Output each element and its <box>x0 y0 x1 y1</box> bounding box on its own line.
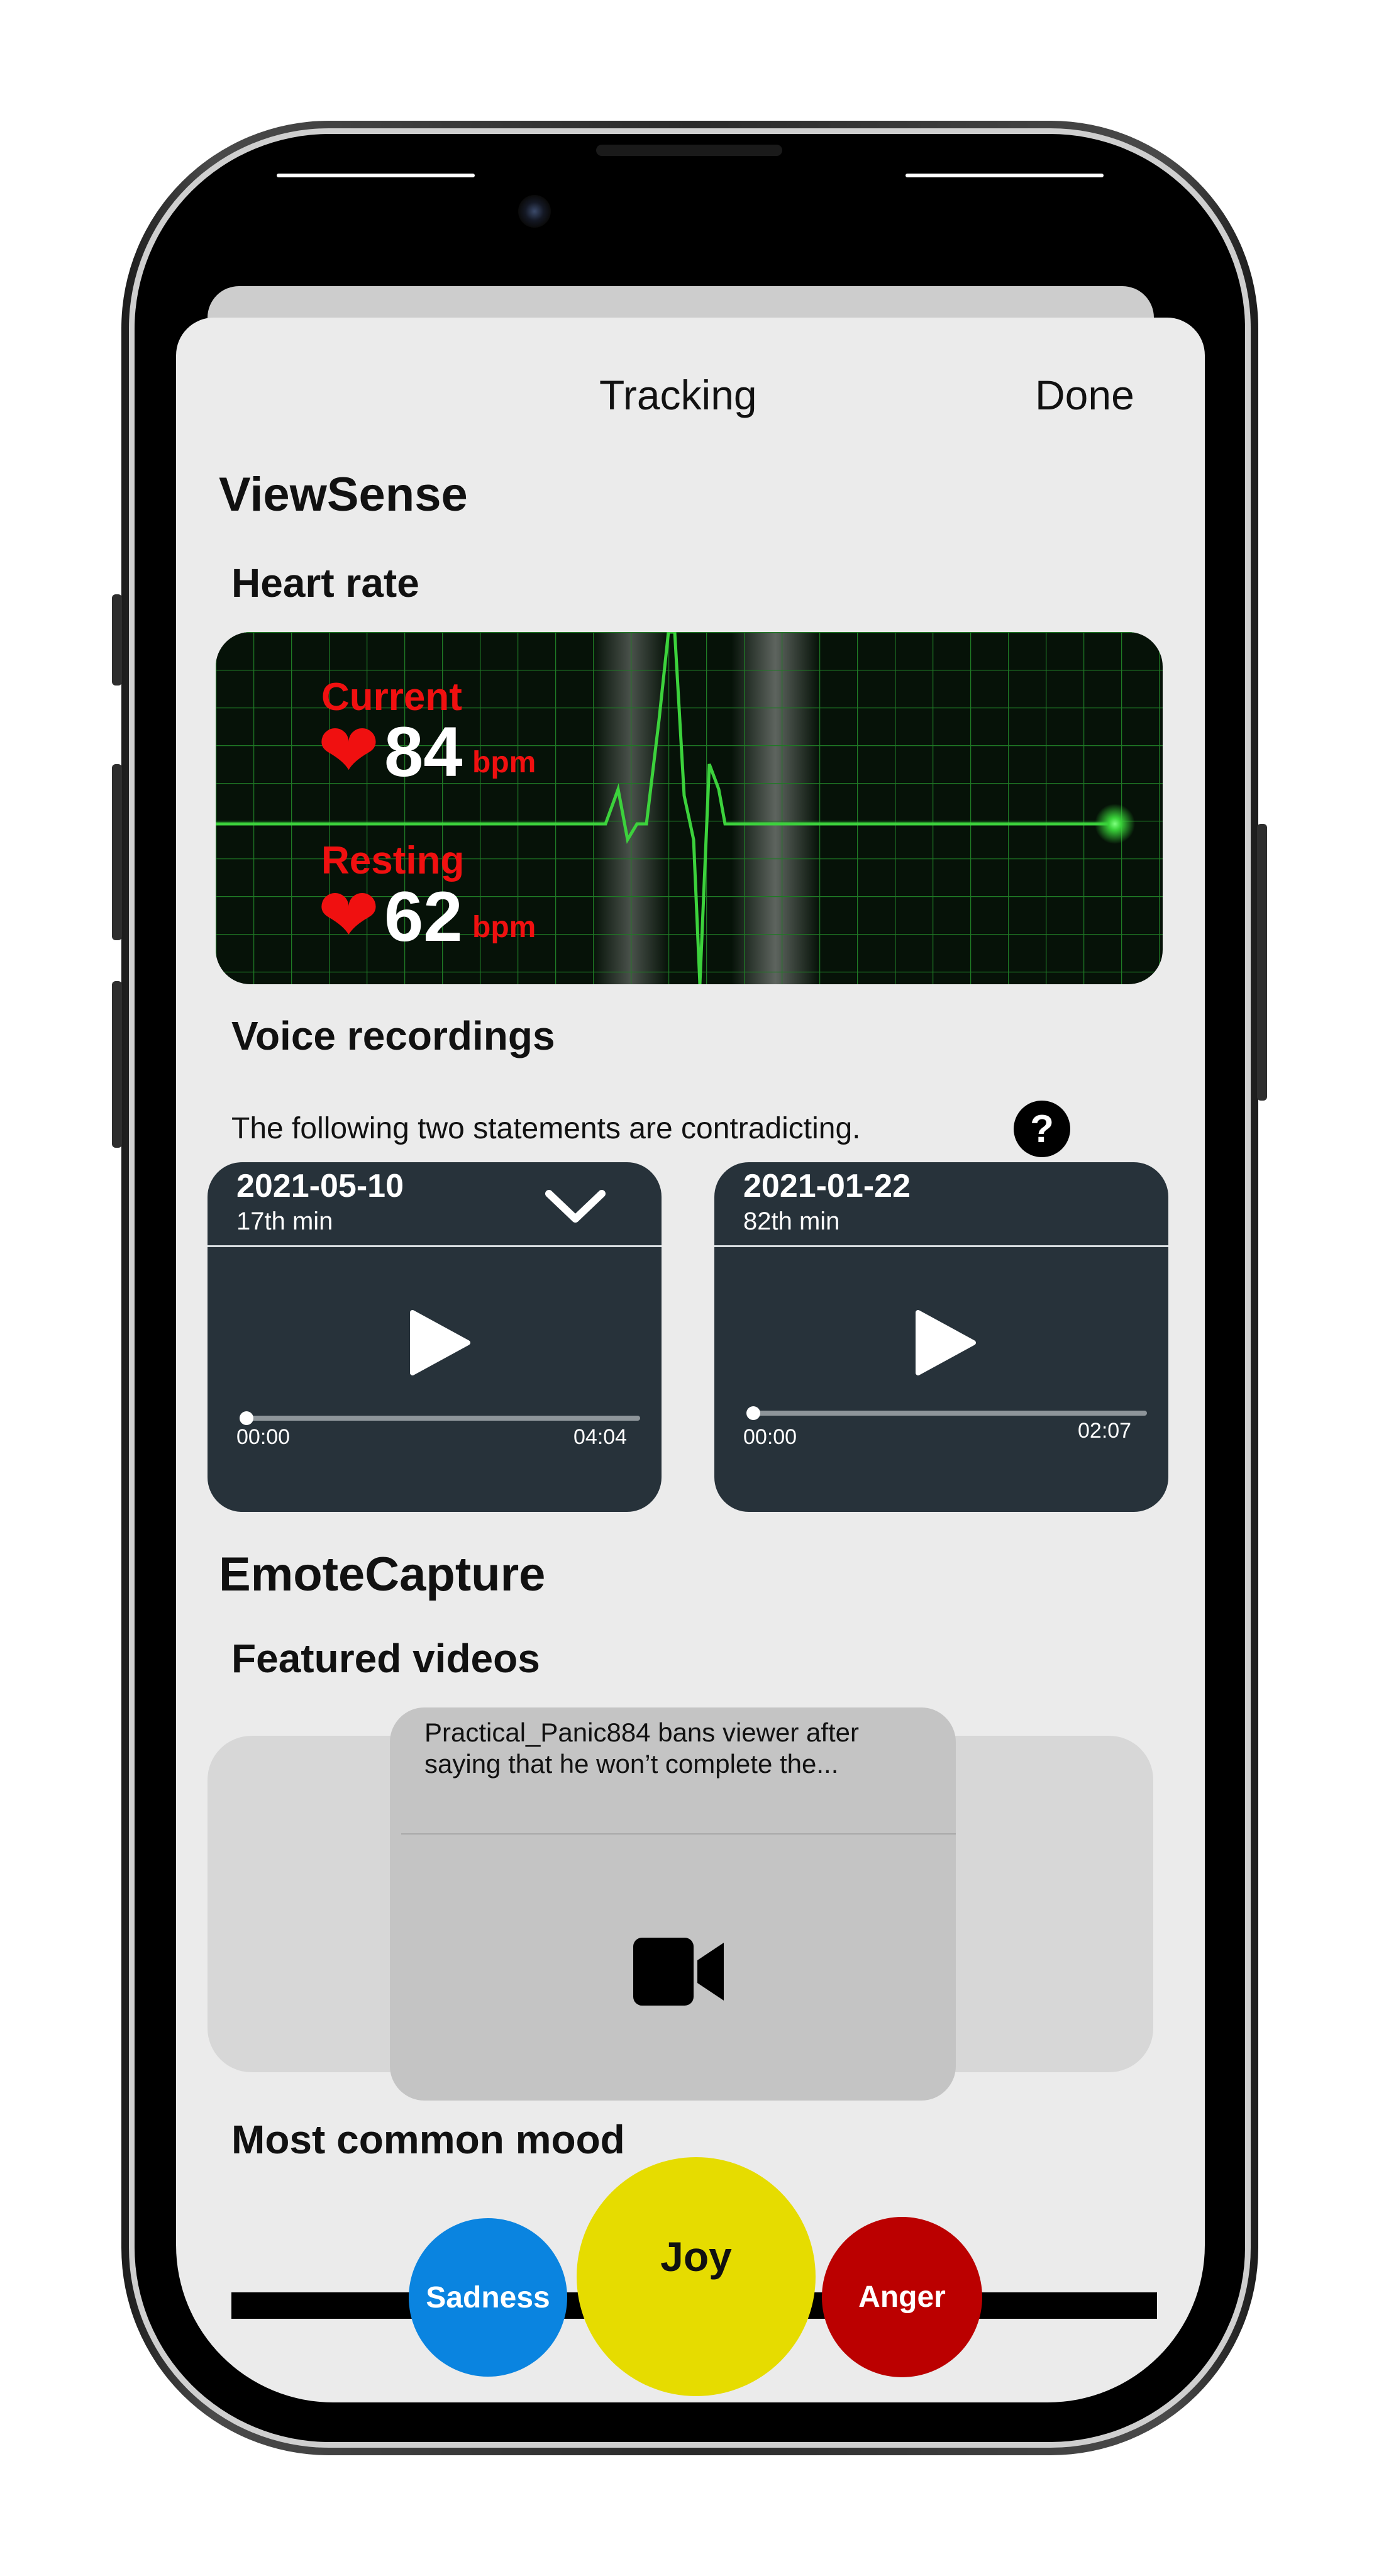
duration-time: 02:07 <box>1078 1419 1132 1443</box>
heart-rate-card: Current ❤ 84 bpm Resting ❤ 62 bpm <box>216 632 1163 984</box>
card-divider <box>208 1245 662 1247</box>
elapsed-time: 00:00 <box>236 1425 291 1449</box>
voice-recordings-title: Voice recordings <box>231 1013 555 1058</box>
viewsense-section-title: ViewSense <box>219 468 468 521</box>
volume-up-button <box>112 764 122 940</box>
featured-video-card[interactable]: Practical_Panic884 bans viewer after say… <box>390 1707 956 2101</box>
play-icon[interactable] <box>409 1310 472 1376</box>
voice-description: The following two statements are contrad… <box>231 1112 861 1145</box>
progress-knob[interactable] <box>240 1411 253 1425</box>
video-card-divider <box>401 1833 956 1835</box>
current-hr-value: 84 <box>384 713 463 791</box>
mute-switch <box>112 594 122 686</box>
recording-card-1: 2021-05-10 17th min 00:00 04:04 <box>208 1162 662 1512</box>
chevron-down-icon[interactable] <box>544 1187 607 1225</box>
status-bar-right <box>905 174 1104 177</box>
status-bar-left <box>277 174 475 177</box>
recording-minute: 82th min <box>743 1208 840 1235</box>
front-camera <box>518 195 551 228</box>
resting-heart-icon: ❤ <box>318 874 380 957</box>
tracking-sheet: Tracking Done ViewSense Heart rate Curre… <box>176 318 1205 2402</box>
most-common-mood-title: Most common mood <box>231 2117 625 2162</box>
progress-track[interactable] <box>751 1411 1147 1416</box>
power-button <box>1257 824 1267 1101</box>
mood-bubble-joy[interactable]: Joy <box>577 2157 816 2396</box>
volume-down-button <box>112 981 122 1148</box>
heart-rate-title: Heart rate <box>231 560 419 606</box>
mood-bubble-anger[interactable]: Anger <box>822 2217 982 2377</box>
progress-knob[interactable] <box>746 1406 760 1420</box>
card-divider <box>714 1245 1168 1247</box>
featured-videos-title: Featured videos <box>231 1636 540 1681</box>
video-title: Practical_Panic884 bans viewer after say… <box>424 1718 860 1779</box>
elapsed-time: 00:00 <box>743 1425 797 1449</box>
recording-date: 2021-05-10 <box>236 1168 404 1204</box>
duration-time: 04:04 <box>573 1425 628 1449</box>
mood-label-joy: Joy <box>660 2233 732 2280</box>
video-camera-icon <box>633 1938 724 2006</box>
current-hr-unit: bpm <box>472 746 536 779</box>
done-button[interactable]: Done <box>1035 371 1134 419</box>
resting-hr-value: 62 <box>384 877 463 956</box>
current-heart-icon: ❤ <box>318 709 380 792</box>
play-icon[interactable] <box>914 1310 977 1376</box>
recording-minute: 17th min <box>236 1208 333 1235</box>
emotecapture-section-title: EmoteCapture <box>219 1548 546 1601</box>
progress-track[interactable] <box>244 1416 640 1421</box>
mood-bubble-sadness[interactable]: Sadness <box>409 2218 567 2377</box>
help-icon[interactable]: ? <box>1014 1101 1070 1157</box>
earpiece-speaker <box>596 145 782 156</box>
resting-hr-unit: bpm <box>472 911 536 944</box>
nav-title: Tracking <box>599 372 757 418</box>
recording-date: 2021-01-22 <box>743 1168 911 1204</box>
recording-card-2: 2021-01-22 82th min 00:00 02:07 <box>714 1162 1168 1512</box>
